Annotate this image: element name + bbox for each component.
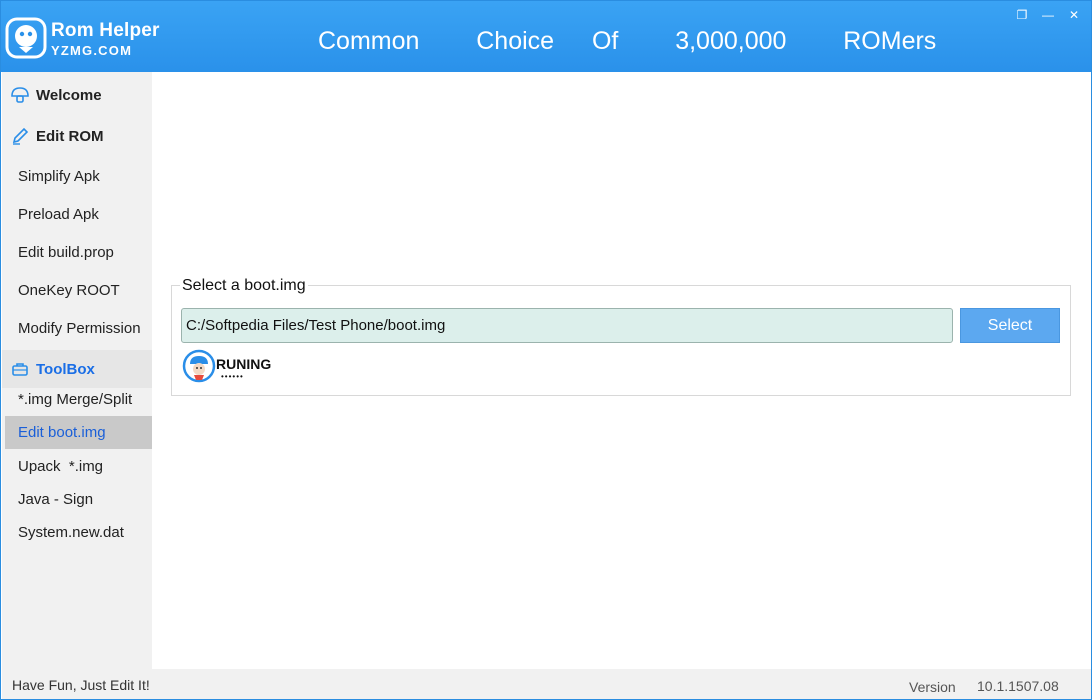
sidebar-toolbox-label: ToolBox — [36, 360, 95, 378]
sidebar-item-edit-boot-img[interactable]: Edit boot.img — [5, 416, 152, 449]
running-progress-dots: •••••• — [221, 372, 244, 381]
sidebar-edit-rom-label: Edit ROM — [36, 127, 104, 145]
status-bar: Have Fun, Just Edit It! Version 10.1.150… — [2, 669, 1091, 699]
boot-img-groupbox: Select a boot.img Select RUNING •••••• — [171, 277, 1071, 396]
sidebar-item-onekey-root[interactable]: OneKey ROOT — [5, 274, 152, 307]
toolbox-icon — [10, 359, 30, 379]
status-message: Have Fun, Just Edit It! — [12, 677, 150, 693]
sidebar-item-system-new-dat[interactable]: System.new.dat — [5, 516, 152, 549]
sidebar-item-java-sign[interactable]: Java - Sign — [5, 483, 152, 516]
sidebar-item-edit-build-prop[interactable]: Edit build.prop — [5, 236, 152, 269]
app-window: Rom Helper YZMG.COM Common Choice Of 3,0… — [0, 0, 1092, 700]
sidebar: Welcome Edit ROM Simplify Apk Preload Ap… — [2, 72, 152, 669]
sidebar-item-edit-rom[interactable]: Edit ROM — [2, 117, 152, 155]
header-bar: Rom Helper YZMG.COM Common Choice Of 3,0… — [1, 1, 1091, 72]
select-button[interactable]: Select — [960, 308, 1060, 343]
running-status-label: RUNING — [216, 356, 272, 372]
sidebar-item-simplify-apk[interactable]: Simplify Apk — [5, 160, 152, 193]
mushroom-icon — [10, 85, 30, 105]
sidebar-item-img-merge-split[interactable]: *.img Merge/Split — [5, 383, 152, 416]
sidebar-item-preload-apk[interactable]: Preload Apk — [5, 198, 152, 231]
running-mascot-icon — [182, 349, 216, 383]
version-number: 10.1.1507.08 — [977, 678, 1059, 694]
sidebar-item-welcome[interactable]: Welcome — [2, 76, 152, 114]
app-title: Rom Helper — [51, 20, 160, 41]
logo-icon — [5, 17, 47, 59]
minimize-icon[interactable]: — — [1039, 7, 1057, 23]
header-slogan: Common Choice Of 3,000,000 ROMers — [318, 27, 937, 55]
window-controls: ❐ — ✕ — [1013, 7, 1083, 23]
sidebar-welcome-label: Welcome — [36, 86, 102, 104]
restore-icon[interactable]: ❐ — [1013, 7, 1031, 23]
sidebar-item-modify-permission[interactable]: Modify Permission — [5, 312, 152, 345]
boot-img-path-input[interactable] — [181, 308, 953, 343]
pencil-icon — [10, 126, 30, 146]
groupbox-label: Select a boot.img — [180, 277, 308, 295]
main-panel: Select a boot.img Select RUNING •••••• — [152, 72, 1091, 669]
version-label: Version — [909, 679, 956, 695]
close-icon[interactable]: ✕ — [1065, 7, 1083, 23]
app-subtitle: YZMG.COM — [51, 43, 133, 58]
sidebar-item-upack-img[interactable]: Upack *.img — [5, 450, 152, 483]
